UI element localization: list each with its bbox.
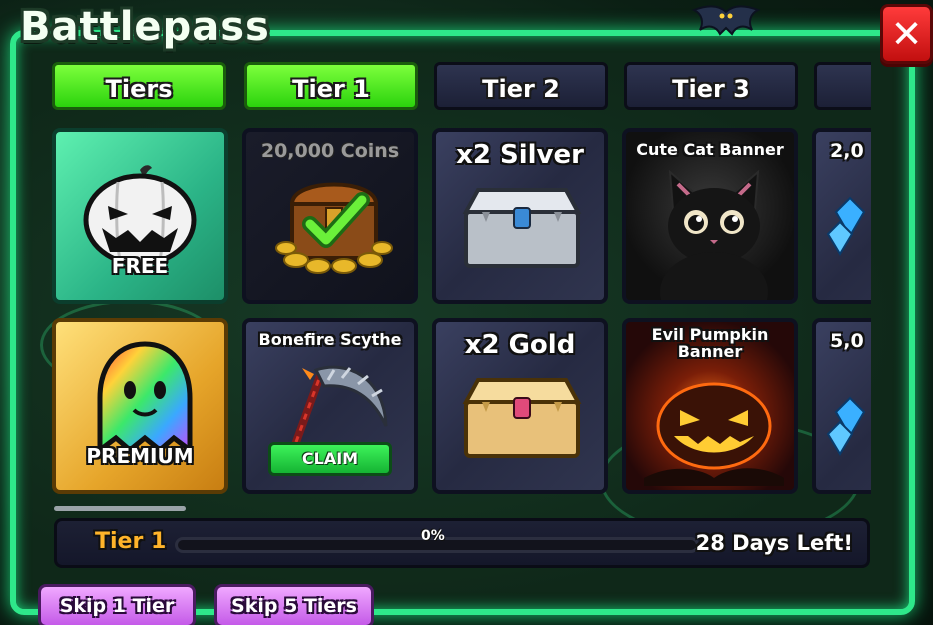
- reward-title: Bonefire Scythe: [258, 330, 402, 349]
- tab-tiers[interactable]: Tiers: [52, 62, 226, 110]
- progress-percent: 0%: [421, 528, 445, 544]
- reward-title: Evil Pumpkin Banner: [651, 325, 769, 361]
- tab-tier-3[interactable]: Tier 3: [624, 62, 798, 110]
- black-cat-banner-image: [660, 169, 768, 300]
- reward-card-coins[interactable]: 20,000 Coins: [242, 128, 418, 304]
- tier-progress-panel: Tier 1 0% 28 Days Left!: [54, 518, 870, 568]
- blue-gems-icon: [826, 396, 866, 456]
- bat-icon: [691, 5, 761, 36]
- days-left-label: 28 Days Left!: [695, 531, 853, 555]
- treasure-chest-coins-icon: [275, 182, 393, 274]
- reward-card-gold[interactable]: x2 Gold: [432, 318, 608, 494]
- jack-o-lantern-banner-image: [644, 382, 784, 486]
- reward-card-gems-premium[interactable]: 5,0: [812, 318, 871, 494]
- tab-tier-2[interactable]: Tier 2: [434, 62, 608, 110]
- horizontal-scrollbar[interactable]: [54, 506, 186, 511]
- scythe-icon: [292, 365, 388, 446]
- reward-title: 2,0: [830, 140, 864, 162]
- free-label: FREE: [111, 254, 169, 278]
- silver-crate-icon: [462, 188, 582, 268]
- gold-crate-icon: [462, 378, 582, 458]
- tab-tier-4[interactable]: T: [814, 62, 871, 110]
- claim-button[interactable]: CLAIM: [268, 442, 392, 476]
- reward-card-pumpkin-banner[interactable]: Evil Pumpkin Banner: [622, 318, 798, 494]
- reward-title: Cute Cat Banner: [636, 140, 784, 159]
- premium-track-card: PREMIUM: [52, 318, 228, 494]
- reward-card-cat-banner[interactable]: Cute Cat Banner: [622, 128, 798, 304]
- free-track-card: FREE: [52, 128, 228, 304]
- current-tier-label: Tier 1: [95, 529, 167, 554]
- reward-title: 20,000 Coins: [260, 140, 400, 162]
- close-button[interactable]: ✕: [880, 4, 933, 64]
- tiers-grid: Tiers Tier 1 Tier 2 Tier 3 T FREE PRE: [48, 60, 871, 500]
- reward-title: x2 Gold: [464, 330, 576, 360]
- reward-card-scythe[interactable]: Bonefire Scythe CLAIM: [242, 318, 418, 494]
- reward-title: x2 Silver: [456, 140, 584, 170]
- skip-1-tier-button[interactable]: Skip 1 Tier: [38, 584, 196, 625]
- tab-tier-1[interactable]: Tier 1: [244, 62, 418, 110]
- reward-title: 5,0: [830, 330, 864, 352]
- rainbow-ghost-icon: [97, 341, 193, 455]
- premium-label: PREMIUM: [86, 444, 194, 468]
- reward-card-gems[interactable]: 2,0: [812, 128, 871, 304]
- blue-gems-icon: [826, 196, 866, 256]
- window-title: Battlepass: [20, 4, 270, 50]
- reward-card-silver[interactable]: x2 Silver: [432, 128, 608, 304]
- skip-5-tiers-button[interactable]: Skip 5 Tiers: [214, 584, 374, 625]
